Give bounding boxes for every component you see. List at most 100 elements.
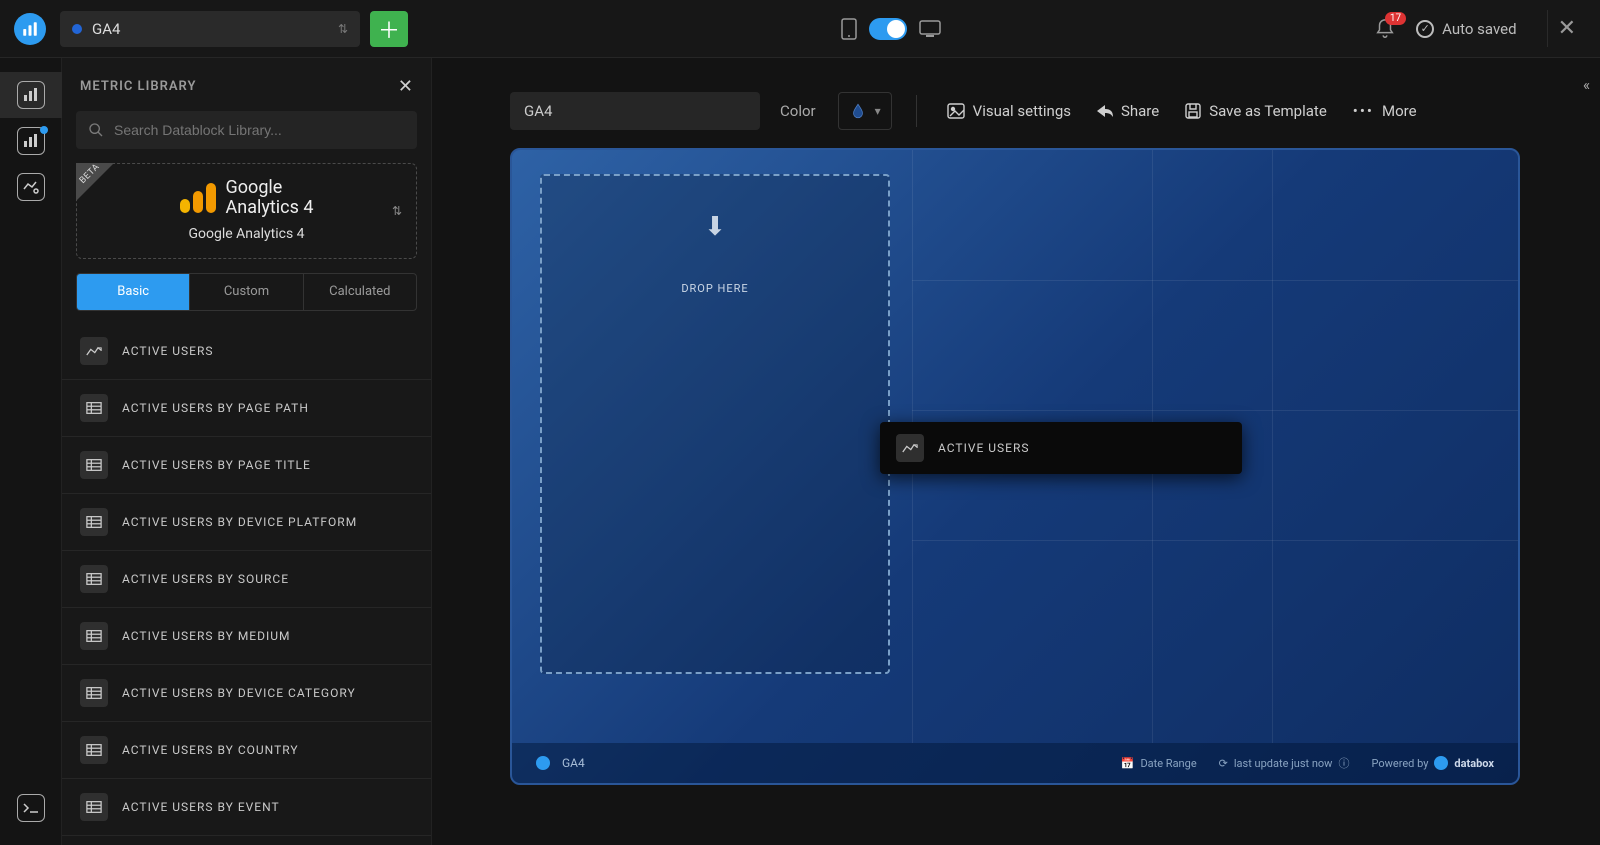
datasource-card[interactable]: BETA Google Analytics 4 Google Analytics… <box>76 163 417 259</box>
table-icon <box>80 736 108 764</box>
footer-dashboard-name: GA4 <box>562 756 585 770</box>
more-button[interactable]: ••• More <box>1347 96 1423 126</box>
panel-close-button[interactable]: ✕ <box>398 76 413 97</box>
drop-text: DROP HERE <box>681 282 748 295</box>
refresh-icon: ⟳ <box>1219 757 1228 770</box>
metric-item[interactable]: ACTIVE USERS BY COUNTRY <box>62 722 431 779</box>
table-icon <box>80 508 108 536</box>
bars-icon <box>17 81 45 109</box>
chevron-updown-icon: ⇅ <box>392 204 402 218</box>
dots-icon: ••• <box>1353 102 1374 120</box>
datasource-selector[interactable]: GA4 ⇅ <box>60 11 360 47</box>
metric-label: ACTIVE USERS BY DEVICE CATEGORY <box>122 686 356 700</box>
ga-brand-line2: Analytics 4 <box>226 198 314 218</box>
image-icon <box>947 103 965 119</box>
metric-item[interactable]: ACTIVE USERS BY MEDIUM <box>62 608 431 665</box>
metric-label: ACTIVE USERS BY PAGE PATH <box>122 401 309 415</box>
ga-brand-line1: Google <box>226 178 314 198</box>
grid-line <box>912 280 1518 281</box>
grid-line <box>912 410 1518 411</box>
metric-label: ACTIVE USERS <box>122 344 214 358</box>
metric-item[interactable]: ACTIVE USERS <box>62 323 431 380</box>
search-input[interactable] <box>114 122 405 138</box>
grid-line <box>912 540 1518 541</box>
add-button[interactable]: ＋ <box>370 11 408 47</box>
metric-item[interactable]: ACTIVE USERS BY DEVICE PLATFORM <box>62 494 431 551</box>
tab-custom[interactable]: Custom <box>189 274 302 310</box>
share-button[interactable]: Share <box>1091 96 1165 126</box>
canvas-area: « GA4 Color ▾ Visual settings Share Save… <box>432 58 1600 845</box>
ga-logo: Google Analytics 4 <box>180 178 314 218</box>
metric-label: ACTIVE USERS BY SOURCE <box>122 572 289 586</box>
app-logo[interactable] <box>14 13 46 45</box>
close-icon: ✕ <box>1558 16 1576 41</box>
device-toggle[interactable] <box>869 18 907 40</box>
metric-item[interactable]: ACTIVE USERS BY SOURCE <box>62 551 431 608</box>
rail-metric-library[interactable] <box>0 72 62 118</box>
metric-library-panel: METRIC LIBRARY ✕ BETA Google Analytics 4… <box>62 58 432 845</box>
autosaved-badge: ✓ Auto saved <box>1416 20 1516 38</box>
collapse-panel-button[interactable]: « <box>1583 76 1590 94</box>
topbar-right: 17 ✓ Auto saved ✕ <box>1374 10 1586 47</box>
drop-slot[interactable]: ⬇ DROP HERE <box>540 174 890 674</box>
footer-date-range[interactable]: 📅 Date Range <box>1121 757 1197 770</box>
table-icon <box>80 394 108 422</box>
datasource-dot <box>72 24 82 34</box>
drag-ghost: ACTIVE USERS <box>880 422 1242 474</box>
desktop-icon[interactable] <box>919 20 941 38</box>
color-label: Color <box>780 102 816 120</box>
metric-item[interactable]: ACTIVE USERS BY PAGE PATH <box>62 380 431 437</box>
notifications-button[interactable]: 17 <box>1374 18 1396 40</box>
rail-console[interactable] <box>0 785 62 831</box>
tab-basic[interactable]: Basic <box>77 274 189 310</box>
line-chart-icon <box>80 337 108 365</box>
separator <box>916 95 917 127</box>
metric-list[interactable]: ACTIVE USERS ACTIVE USERS BY PAGE PATH ACT… <box>62 323 431 845</box>
close-icon: ✕ <box>398 76 413 97</box>
chevron-down-icon: ▾ <box>875 104 881 118</box>
rail-databoards[interactable] <box>0 118 62 164</box>
table-icon <box>80 679 108 707</box>
metric-item[interactable]: AVERAGE PURCHASE REVENUE <box>62 836 431 845</box>
datasource-label: GA4 <box>92 20 120 38</box>
chevron-updown-icon: ⇅ <box>338 22 348 36</box>
console-icon <box>17 794 45 822</box>
info-icon: ⓘ <box>1338 755 1349 771</box>
tab-calculated[interactable]: Calculated <box>303 274 416 310</box>
panel-title: METRIC LIBRARY <box>80 79 196 94</box>
metric-item[interactable]: ACTIVE USERS BY EVENT <box>62 779 431 836</box>
mobile-icon[interactable] <box>841 18 857 40</box>
search-icon <box>88 122 104 138</box>
dashboard-footer: GA4 📅 Date Range ⟳ last update just now … <box>512 743 1518 783</box>
line-chart-icon <box>896 434 924 462</box>
ga-bars-icon <box>180 183 216 213</box>
grid-line <box>1272 150 1273 743</box>
plus-icon: ＋ <box>378 13 400 45</box>
metric-tabs: Basic Custom Calculated <box>76 273 417 311</box>
table-icon <box>80 793 108 821</box>
device-toggle-group <box>408 18 1374 40</box>
color-dropdown[interactable]: ▾ <box>838 92 892 130</box>
datasource-subtitle: Google Analytics 4 <box>188 226 304 242</box>
table-icon <box>80 565 108 593</box>
body: METRIC LIBRARY ✕ BETA Google Analytics 4… <box>0 58 1600 845</box>
footer-last-update[interactable]: ⟳ last update just now ⓘ <box>1219 755 1350 771</box>
beta-badge: BETA <box>76 163 114 201</box>
footer-powered-by: Powered by databox <box>1371 756 1494 770</box>
metric-item[interactable]: ACTIVE USERS BY DEVICE CATEGORY <box>62 665 431 722</box>
metric-label: ACTIVE USERS BY COUNTRY <box>122 743 299 757</box>
close-editor-button[interactable]: ✕ <box>1547 10 1586 47</box>
search-input-wrap[interactable] <box>76 111 417 149</box>
drag-ghost-label: ACTIVE USERS <box>938 441 1030 455</box>
autosaved-label: Auto saved <box>1442 20 1516 38</box>
dashboard-name-input[interactable]: GA4 <box>510 92 760 130</box>
visual-settings-button[interactable]: Visual settings <box>941 96 1077 126</box>
metric-item[interactable]: ACTIVE USERS BY PAGE TITLE <box>62 437 431 494</box>
metric-label: ACTIVE USERS BY DEVICE PLATFORM <box>122 515 357 529</box>
table-icon <box>80 451 108 479</box>
metric-label: ACTIVE USERS BY MEDIUM <box>122 629 291 643</box>
rail-users[interactable] <box>0 164 62 210</box>
save-template-button[interactable]: Save as Template <box>1179 96 1333 126</box>
metric-label: ACTIVE USERS BY PAGE TITLE <box>122 458 311 472</box>
metric-label: ACTIVE USERS BY EVENT <box>122 800 280 814</box>
